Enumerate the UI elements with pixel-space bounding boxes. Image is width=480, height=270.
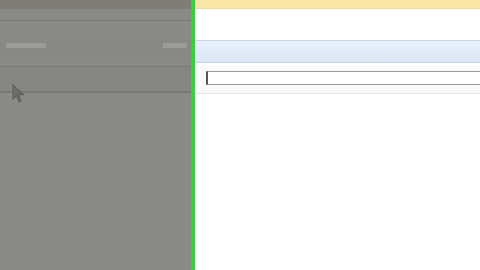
left-pane [0,0,191,270]
text-input[interactable] [206,71,480,85]
toolbar [195,40,480,63]
left-pane-selected-row[interactable] [0,66,191,92]
left-pane-header [0,40,191,62]
left-pane-divider [0,92,191,93]
left-pane-header-label [6,43,46,48]
main-pane [195,0,480,270]
left-pane-header-label-right [163,43,187,48]
left-pane-divider [0,20,191,21]
info-bar [195,0,480,9]
left-pane-top-bar [0,0,191,9]
mouse-cursor-icon [12,84,25,103]
